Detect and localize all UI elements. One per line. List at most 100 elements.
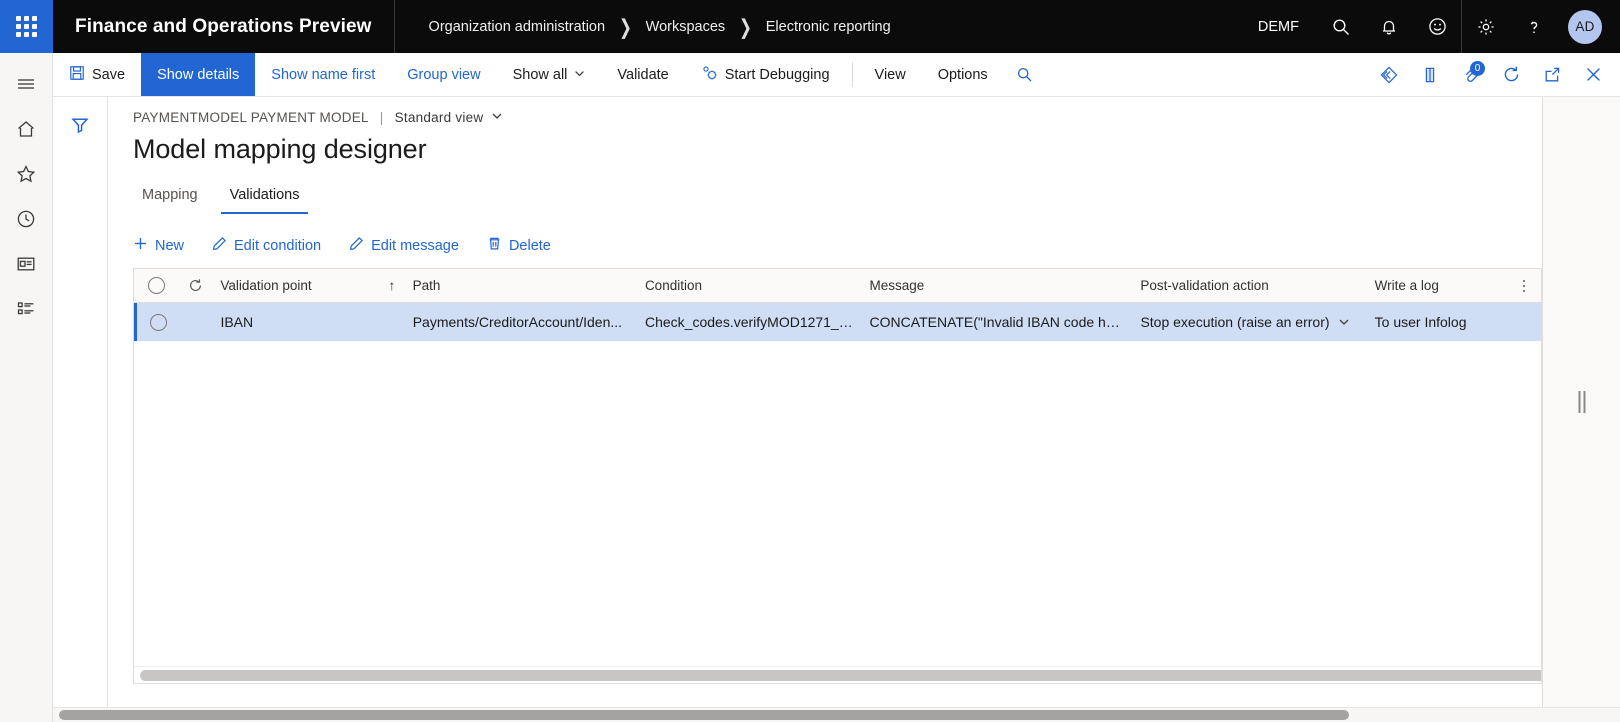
home-icon[interactable] bbox=[0, 106, 53, 151]
show-details-button[interactable]: Show details bbox=[141, 53, 256, 96]
view-menu-button[interactable]: View bbox=[859, 53, 922, 96]
personalize-diamond-icon[interactable] bbox=[1368, 53, 1409, 96]
new-button[interactable]: New bbox=[133, 230, 198, 261]
app-title: Finance and Operations Preview bbox=[75, 15, 372, 37]
splitter-grip-handle[interactable] bbox=[1578, 391, 1585, 413]
right-pane-splitter[interactable] bbox=[1542, 97, 1620, 707]
breadcrumb: Organization administration ❯ Workspaces… bbox=[395, 16, 891, 39]
edit-message-label: Edit message bbox=[371, 237, 459, 254]
column-header-path[interactable]: Path bbox=[405, 278, 637, 293]
office-app-icon[interactable] bbox=[1409, 53, 1450, 96]
debug-gears-icon bbox=[701, 64, 718, 85]
grid-header-row: Validation point ↑ Path Condition Messag… bbox=[134, 269, 1541, 303]
start-debugging-label: Start Debugging bbox=[724, 66, 830, 83]
attachments-icon[interactable]: 0 bbox=[1450, 53, 1491, 96]
grid-horizontal-scrollbar[interactable] bbox=[134, 666, 1541, 683]
pencil-edit-icon bbox=[349, 236, 364, 255]
chevron-down-icon[interactable] bbox=[1338, 316, 1350, 328]
filter-funnel-icon[interactable] bbox=[60, 109, 100, 141]
search-icon[interactable] bbox=[1317, 0, 1365, 53]
breadcrumb-item-1[interactable]: Workspaces bbox=[646, 19, 726, 35]
settings-gear-icon[interactable] bbox=[1462, 0, 1510, 53]
delete-label: Delete bbox=[508, 237, 551, 254]
cell-path[interactable]: Payments/CreditorAccount/Iden... bbox=[405, 314, 637, 330]
select-all-circle-icon[interactable] bbox=[134, 277, 179, 294]
favorites-star-icon[interactable] bbox=[0, 151, 53, 196]
post-validation-action-value: Stop execution (raise an error) bbox=[1140, 314, 1330, 330]
edit-condition-label: Edit condition bbox=[234, 237, 322, 254]
cell-validation-point[interactable]: IBAN bbox=[212, 314, 379, 330]
group-view-button[interactable]: Group view bbox=[391, 53, 496, 96]
feedback-smiley-icon[interactable] bbox=[1413, 0, 1461, 53]
breadcrumb-item-0[interactable]: Organization administration bbox=[429, 19, 606, 35]
page-body: PAYMENTMODEL PAYMENT MODEL | Standard vi… bbox=[53, 97, 1620, 722]
column-header-validation-point[interactable]: Validation point bbox=[212, 278, 379, 293]
page-scroll-thumb[interactable] bbox=[59, 710, 1349, 720]
notifications-bell-icon[interactable] bbox=[1365, 0, 1413, 53]
table-row[interactable]: IBAN Payments/CreditorAccount/Iden... Ch… bbox=[134, 303, 1541, 341]
open-in-new-window-icon[interactable] bbox=[1532, 53, 1573, 96]
delete-button[interactable]: Delete bbox=[487, 230, 565, 261]
modules-list-icon[interactable] bbox=[0, 286, 53, 331]
page-title: Model mapping designer bbox=[133, 134, 427, 164]
view-selector[interactable]: Standard view bbox=[395, 110, 504, 125]
hamburger-menu-icon[interactable] bbox=[0, 61, 53, 106]
search-icon[interactable] bbox=[1004, 53, 1045, 96]
chevron-down-icon bbox=[574, 67, 585, 83]
breadcrumb-item-2[interactable]: Electronic reporting bbox=[766, 19, 891, 35]
options-menu-button[interactable]: Options bbox=[922, 53, 1004, 96]
tab-mapping[interactable]: Mapping bbox=[133, 183, 207, 214]
grid-action-bar: New Edit condition Edit message Delete bbox=[133, 230, 1542, 261]
cell-message[interactable]: CONCATENATE("Invalid IBAN code ha... bbox=[862, 314, 1133, 330]
grid-scroll-thumb[interactable] bbox=[140, 670, 1541, 681]
company-selector[interactable]: DEMF bbox=[1240, 19, 1317, 35]
model-caption: PAYMENTMODEL PAYMENT MODEL bbox=[133, 110, 369, 125]
page-horizontal-scrollbar[interactable] bbox=[53, 707, 1620, 722]
validate-button[interactable]: Validate bbox=[601, 53, 684, 96]
pencil-edit-icon bbox=[212, 236, 227, 255]
tab-validations[interactable]: Validations bbox=[220, 183, 309, 214]
filter-pane-column bbox=[53, 97, 108, 722]
chevron-down-icon bbox=[491, 110, 503, 125]
command-bar-right: 0 bbox=[1368, 53, 1620, 96]
view-selector-label: Standard view bbox=[394, 110, 484, 125]
show-all-dropdown[interactable]: Show all bbox=[497, 53, 602, 96]
row-select-circle-icon[interactable] bbox=[137, 313, 179, 331]
column-header-condition[interactable]: Condition bbox=[637, 278, 862, 293]
plus-icon bbox=[133, 236, 148, 255]
header-actions: DEMF AD bbox=[1240, 0, 1620, 53]
cell-post-validation-action[interactable]: Stop execution (raise an error) bbox=[1132, 314, 1366, 330]
refresh-column-icon[interactable] bbox=[179, 278, 212, 293]
cell-write-a-log[interactable]: To user Infolog bbox=[1367, 314, 1541, 330]
refresh-icon[interactable] bbox=[1491, 53, 1532, 96]
edit-message-button[interactable]: Edit message bbox=[349, 230, 473, 261]
recent-clock-icon[interactable] bbox=[0, 196, 53, 241]
more-vertical-icon[interactable] bbox=[1513, 269, 1535, 303]
sort-ascending-icon[interactable]: ↑ bbox=[379, 278, 405, 293]
app-launcher-icon[interactable] bbox=[0, 0, 53, 53]
page-tabs: Mapping Validations bbox=[133, 183, 1542, 214]
edit-condition-button[interactable]: Edit condition bbox=[212, 230, 335, 261]
column-header-message[interactable]: Message bbox=[862, 278, 1133, 293]
chevron-right-icon: ❯ bbox=[619, 15, 632, 39]
cell-condition[interactable]: Check_codes.verifyMOD1271_3... bbox=[637, 314, 862, 330]
new-label: New bbox=[155, 237, 185, 254]
save-button[interactable]: Save bbox=[53, 53, 141, 96]
caption-separator: | bbox=[379, 110, 384, 125]
command-bar: Save Show details Show name first Group … bbox=[53, 53, 1620, 97]
column-header-post-validation-action[interactable]: Post-validation action bbox=[1132, 278, 1366, 293]
avatar[interactable]: AD bbox=[1568, 9, 1602, 44]
attachment-count-badge: 0 bbox=[1470, 61, 1485, 76]
show-all-label: Show all bbox=[512, 66, 568, 83]
show-name-first-button[interactable]: Show name first bbox=[255, 53, 391, 96]
start-debugging-button[interactable]: Start Debugging bbox=[685, 53, 846, 96]
page-caption-row: PAYMENTMODEL PAYMENT MODEL | Standard vi… bbox=[133, 110, 1542, 125]
page-content: PAYMENTMODEL PAYMENT MODEL | Standard vi… bbox=[109, 97, 1542, 722]
command-divider bbox=[851, 62, 853, 87]
page-heading-block: PAYMENTMODEL PAYMENT MODEL | Standard vi… bbox=[109, 97, 1542, 261]
workspaces-icon[interactable] bbox=[0, 241, 53, 286]
trash-delete-icon bbox=[487, 236, 502, 255]
close-icon[interactable] bbox=[1573, 53, 1614, 96]
validations-grid: Validation point ↑ Path Condition Messag… bbox=[133, 268, 1542, 684]
help-question-icon[interactable] bbox=[1510, 0, 1558, 53]
